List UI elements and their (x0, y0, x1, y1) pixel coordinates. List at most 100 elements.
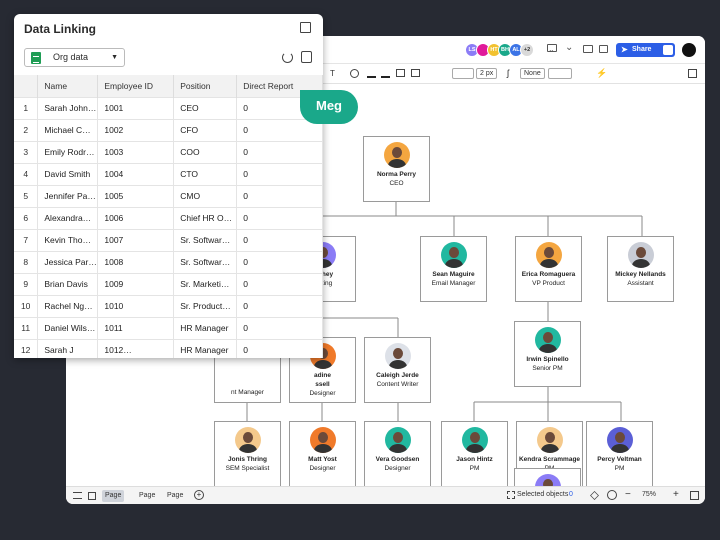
row-number[interactable]: 9 (14, 272, 39, 295)
table-cell[interactable]: Sarah John… (37, 96, 99, 119)
org-node[interactable]: Caleigh Jerde Content Writer (364, 337, 431, 403)
table-cell[interactable]: Brian Davis (37, 272, 99, 295)
table-row[interactable]: 9 Brian Davis 1009 Sr. Marketi… 0 (14, 272, 323, 295)
panel-toggle-icon[interactable] (688, 69, 697, 78)
style-icon[interactable] (411, 69, 420, 77)
table-cell[interactable]: Emily Rodr… (37, 140, 99, 163)
table-cell[interactable]: Sarah J (37, 338, 99, 358)
org-node[interactable]: Erica Romaguera VP Product (515, 236, 582, 302)
row-number[interactable]: 10 (14, 294, 39, 317)
waypoint-icon[interactable]: ⚡ (596, 68, 607, 79)
table-cell[interactable]: 0 (236, 184, 323, 207)
row-number[interactable]: 2 (14, 118, 39, 141)
org-node[interactable]: Sean Maguire Email Manager (420, 236, 487, 302)
fill-color-icon[interactable] (367, 69, 376, 78)
share-button[interactable]: ➤ Share (616, 43, 675, 57)
zoom-out-button[interactable]: − (625, 489, 631, 500)
table-cell[interactable]: 1005 (97, 184, 175, 207)
row-number[interactable]: 8 (14, 250, 39, 273)
table-cell[interactable]: HR Manager (173, 316, 238, 339)
row-number[interactable]: 4 (14, 162, 39, 185)
row-number[interactable]: 1 (14, 96, 39, 119)
collaborator-avatar[interactable]: +2 (520, 43, 534, 57)
refresh-icon[interactable] (282, 52, 293, 63)
table-cell[interactable]: 0 (236, 338, 323, 358)
row-number[interactable]: 3 (14, 140, 39, 163)
table-cell[interactable]: Sr. Marketi… (173, 272, 238, 295)
column-header[interactable]: Name (37, 75, 99, 97)
table-cell[interactable]: 0 (236, 316, 323, 339)
column-header[interactable]: Employee ID (97, 75, 175, 97)
chevron-down-icon[interactable]: ⌄ (565, 42, 573, 53)
table-cell[interactable]: 0 (236, 162, 323, 185)
column-header[interactable]: Position (173, 75, 238, 97)
table-cell[interactable]: Sr. Softwar… (173, 228, 238, 251)
table-cell[interactable]: HR Manager (173, 338, 238, 358)
org-node[interactable]: Jason Hintz PM (441, 421, 508, 487)
column-header[interactable] (14, 75, 39, 97)
grid-view-icon[interactable] (88, 492, 96, 500)
user-avatar[interactable] (682, 43, 696, 57)
table-row[interactable]: 7 Kevin Tho… 1007 Sr. Softwar… 0 (14, 228, 323, 251)
table-cell[interactable]: CFO (173, 118, 238, 141)
pop-out-icon[interactable] (300, 22, 311, 33)
table-cell[interactable]: Jessica Par… (37, 250, 99, 273)
table-cell[interactable]: CEO (173, 96, 238, 119)
table-cell[interactable]: 1009 (97, 272, 175, 295)
org-node[interactable]: Irwin Spinello Senior PM (514, 321, 581, 387)
layers-icon[interactable] (590, 491, 599, 500)
page-tab[interactable]: Page 2 (136, 490, 158, 502)
table-cell[interactable]: 0 (236, 228, 323, 251)
row-number[interactable]: 6 (14, 206, 39, 229)
table-cell[interactable]: CTO (173, 162, 238, 185)
table-row[interactable]: 10 Rachel Ng… 1010 Sr. Product… 0 (14, 294, 323, 317)
table-cell[interactable]: 1002 (97, 118, 175, 141)
org-node[interactable]: Jonis Thring SEM Specialist (214, 421, 281, 487)
table-cell[interactable]: 0 (236, 294, 323, 317)
table-cell[interactable]: 1007 (97, 228, 175, 251)
selected-objects-label[interactable]: Selected objects (517, 491, 568, 498)
table-cell[interactable]: 1001 (97, 96, 175, 119)
org-node[interactable]: Mickey Nellands Assistant (607, 236, 674, 302)
table-cell[interactable]: Sr. Softwar… (173, 250, 238, 273)
table-row[interactable]: 4 David Smith 1004 CTO 0 (14, 162, 323, 185)
table-cell[interactable]: 0 (236, 250, 323, 273)
table-cell[interactable]: Daniel Wils… (37, 316, 99, 339)
data-source-select[interactable]: Org data ▼ (24, 48, 125, 67)
table-cell[interactable]: Rachel Ng… (37, 294, 99, 317)
line-style-dropdown[interactable] (452, 68, 474, 79)
position-icon[interactable] (350, 69, 359, 78)
table-row[interactable]: 8 Jessica Par… 1008 Sr. Softwar… 0 (14, 250, 323, 273)
table-row[interactable]: 3 Emily Rodr… 1003 COO 0 (14, 140, 323, 163)
table-cell[interactable]: Michael C… (37, 118, 99, 141)
table-row[interactable]: 1 Sarah John… 1001 CEO 0 (14, 96, 323, 119)
page-tab[interactable]: Page 3 (164, 490, 186, 502)
table-cell[interactable]: 1011 (97, 316, 175, 339)
arrow-style-dropdown[interactable]: None (520, 68, 545, 79)
org-node[interactable]: Vera Goodsen Designer (364, 421, 431, 487)
row-number[interactable]: 5 (14, 184, 39, 207)
table-cell[interactable]: 0 (236, 206, 323, 229)
org-node[interactable]: Norma Perry CEO (363, 136, 430, 202)
table-cell[interactable]: Chief HR O… (173, 206, 238, 229)
text-color-icon[interactable] (381, 69, 390, 78)
table-cell[interactable]: Jennifer Pa… (37, 184, 99, 207)
table-cell[interactable]: 1006 (97, 206, 175, 229)
add-page-icon[interactable]: + (194, 490, 204, 500)
zoom-level[interactable]: 75% (642, 491, 656, 498)
stroke-width-dropdown[interactable]: 2 px (476, 68, 498, 79)
accessibility-icon[interactable] (607, 490, 617, 500)
comment-icon[interactable] (547, 44, 557, 52)
table-cell[interactable]: 1012… (97, 338, 175, 358)
fullscreen-icon[interactable] (690, 491, 699, 500)
table-cell[interactable]: 1004 (97, 162, 175, 185)
row-number[interactable]: 7 (14, 228, 39, 251)
table-row[interactable]: 12 Sarah J 1012… HR Manager 0 (14, 338, 323, 358)
text-tool[interactable]: T (330, 69, 335, 78)
row-number[interactable]: 11 (14, 316, 39, 339)
image-icon[interactable] (396, 69, 405, 77)
table-cell[interactable]: 0 (236, 140, 323, 163)
row-number[interactable]: 12 (14, 338, 39, 358)
page-tab[interactable]: Page 1 (102, 490, 125, 502)
org-node[interactable]: Matt Yost Designer (289, 421, 356, 487)
